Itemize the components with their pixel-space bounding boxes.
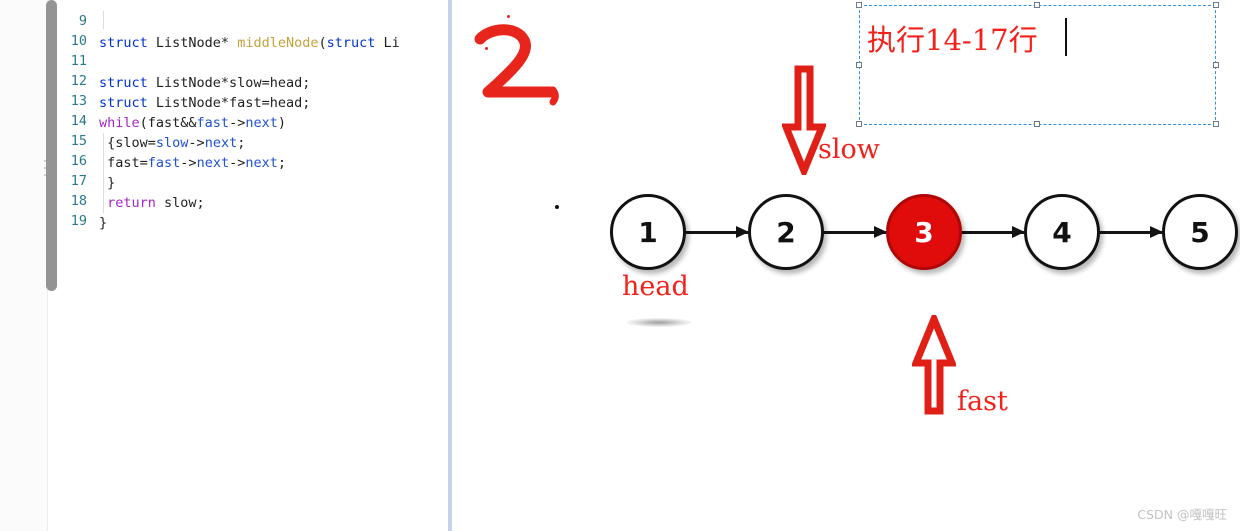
edge-2-3 (824, 226, 887, 238)
code-line[interactable]: } (99, 173, 115, 193)
list-node-value: 3 (914, 215, 934, 249)
shadow-smudge (627, 318, 691, 327)
line-number: 18 (70, 193, 87, 209)
code-token: next (204, 135, 238, 151)
code-line[interactable]: return slow; (99, 193, 205, 213)
resize-handle-w[interactable] (856, 62, 862, 68)
code-token: -> (229, 155, 246, 171)
code-token: ) (277, 115, 286, 131)
resize-handle-s[interactable] (1034, 121, 1040, 127)
code-token: } (99, 175, 116, 191)
stray-ink-dot-red (507, 15, 510, 18)
resize-handle-nw[interactable] (856, 2, 862, 8)
code-line[interactable]: struct ListNode*fast=head; (99, 93, 310, 113)
code-editor-pane: 9 10 struct ListNode* middleNode(struct Li… (0, 0, 452, 531)
stray-ink-dot (555, 205, 559, 209)
screenshot-root: 9 10 struct ListNode* middleNode(struct Li… (0, 0, 1240, 531)
edge-1-2 (686, 226, 749, 238)
handwritten-two-annotation (470, 12, 580, 122)
slow-label: slow (818, 134, 880, 165)
head-label: head (622, 271, 689, 302)
fast-pointer-arrow-icon (910, 309, 958, 415)
resize-handle-se[interactable] (1213, 121, 1219, 127)
code-token: slow (155, 135, 189, 151)
code-token: fast= (99, 155, 148, 171)
text-cursor (1065, 18, 1067, 56)
line-number: 16 (70, 153, 87, 169)
fast-label: fast (957, 386, 1008, 417)
list-node-value: 1 (638, 215, 658, 249)
line-number: 10 (70, 33, 87, 49)
line-number: 14 (70, 113, 87, 129)
line-number: 13 (70, 93, 87, 109)
code-token: ; (237, 135, 246, 151)
list-node[interactable]: 5 (1162, 194, 1238, 270)
resize-handle-ne[interactable] (1213, 2, 1219, 8)
code-line[interactable]: struct ListNode*slow=head; (99, 73, 310, 93)
list-node[interactable]: 4 (1024, 194, 1100, 270)
indent-guide (103, 133, 104, 213)
code-token: ListNode*slow=head; (155, 75, 311, 91)
line-number: 9 (78, 13, 87, 29)
code-token: -> (188, 135, 205, 151)
vertical-scrollbar-track[interactable] (22, 0, 57, 531)
code-token: ListNode*fast=head; (155, 95, 311, 111)
code-token: middleNode (237, 35, 319, 51)
stray-ink-dot-red-2 (485, 47, 488, 50)
csdn-watermark: CSDN @嘎嘎旺 (1137, 507, 1227, 522)
code-token: -> (229, 115, 246, 131)
list-node-active[interactable]: 3 (886, 194, 962, 270)
code-line[interactable]: struct ListNode* middleNode(struct Li (99, 33, 400, 53)
code-token: ( (318, 35, 327, 51)
list-node-value: 2 (776, 215, 796, 249)
edge-4-5 (1100, 226, 1163, 238)
code-token: next (196, 155, 230, 171)
resize-handle-sw[interactable] (856, 121, 862, 127)
list-node-value: 4 (1052, 215, 1072, 249)
line-number: 12 (70, 73, 87, 89)
code-token: next (245, 115, 278, 131)
code-token: ListNode* (155, 35, 238, 51)
code-token: struct (326, 35, 384, 51)
indent-guide (103, 11, 104, 29)
code-line[interactable]: while(fast&&fast->next) (99, 113, 286, 133)
list-node-value: 5 (1190, 215, 1210, 249)
code-token: next (245, 155, 278, 171)
code-token: {slow= (99, 135, 156, 151)
code-token: struct (99, 75, 156, 91)
whiteboard-canvas[interactable]: 执行14-17行 slow fast 1 2 3 4 5 head (452, 0, 1240, 531)
code-token: ; (277, 155, 286, 171)
code-token: struct (99, 35, 156, 51)
line-number: 11 (70, 53, 87, 69)
resize-handle-n[interactable] (1034, 2, 1040, 8)
line-number: 15 (70, 133, 87, 149)
code-token: while (99, 115, 140, 131)
line-number: 17 (70, 173, 87, 189)
code-line[interactable]: {slow=slow->next; (99, 133, 245, 153)
list-node[interactable]: 2 (748, 194, 824, 270)
code-line[interactable]: fast=fast->next->next; (99, 153, 286, 173)
line-number: 19 (70, 213, 87, 229)
code-token: struct (99, 95, 156, 111)
code-token: (fast&& (139, 115, 197, 131)
code-token: return (107, 195, 156, 211)
list-node[interactable]: 1 (610, 194, 686, 270)
annotation-textbox-text: 执行14-17行 (867, 23, 1038, 57)
annotation-textbox[interactable]: 执行14-17行 (859, 5, 1216, 125)
code-token: fast (147, 155, 181, 171)
code-token: slow; (155, 195, 205, 211)
resize-handle-e[interactable] (1213, 62, 1219, 68)
code-token: -> (180, 155, 197, 171)
edge-3-4 (962, 226, 1025, 238)
code-lines-container[interactable]: 9 10 struct ListNode* middleNode(struct Li… (47, 0, 452, 531)
code-token: fast (196, 115, 230, 131)
code-token: } (99, 215, 108, 231)
code-token: Li (383, 35, 400, 51)
code-line[interactable]: } (99, 213, 107, 233)
